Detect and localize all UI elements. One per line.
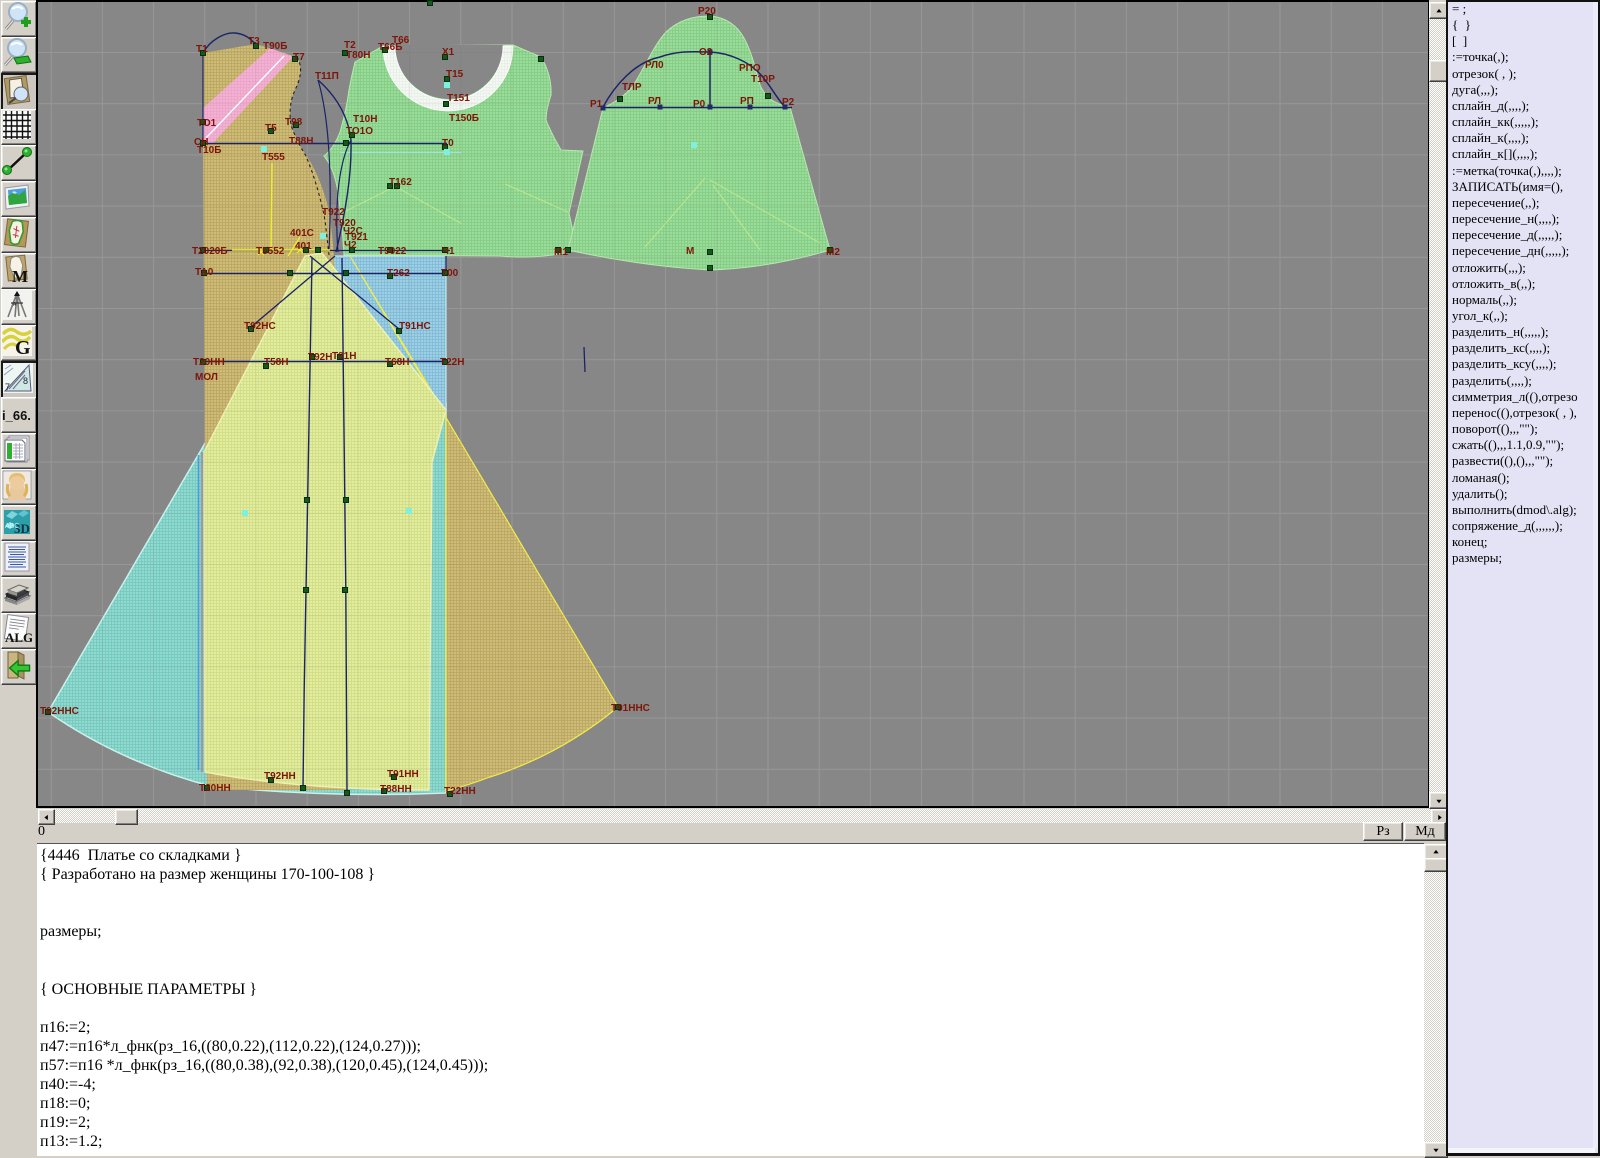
- svg-text:Т151: Т151: [447, 93, 470, 104]
- svg-text:Т3: Т3: [248, 36, 260, 47]
- svg-text:Т9022: Т9022: [378, 246, 407, 257]
- svg-text:ALG: ALG: [5, 630, 32, 644]
- svg-text:401С: 401С: [290, 228, 314, 239]
- svg-text:Т22Н: Т22Н: [440, 357, 464, 368]
- svg-text:Т91Н: Т91Н: [332, 351, 356, 362]
- svg-text:Т10Б: Т10Б: [197, 145, 221, 156]
- svg-text:Т58Н: Т58Н: [264, 357, 288, 368]
- svg-text:401: 401: [295, 241, 312, 252]
- svg-text:Ч1: Ч1: [442, 246, 455, 257]
- svg-text:М: М: [686, 246, 694, 257]
- svg-text:Т1: Т1: [196, 44, 208, 55]
- svg-text:Р1: Р1: [590, 99, 603, 110]
- svg-text:Т68Н: Т68Н: [385, 357, 409, 368]
- svg-text:Т66: Т66: [392, 35, 410, 46]
- svg-text:ТО1: ТО1: [197, 118, 217, 129]
- svg-text:Т10Р: Т10Р: [751, 74, 775, 85]
- svg-text:ТА0: ТА0: [195, 267, 214, 278]
- svg-text:Ч2: Ч2: [344, 240, 357, 251]
- svg-text:Т5: Т5: [265, 123, 277, 134]
- svg-text:Т80Н: Т80Н: [346, 50, 370, 61]
- svg-text:8: 8: [23, 376, 28, 386]
- svg-text:Т5552: Т5552: [256, 246, 285, 257]
- svg-text:Т22НН: Т22НН: [444, 786, 476, 797]
- svg-text:Т150Б: Т150Б: [449, 113, 479, 124]
- svg-text:Т91НН: Т91НН: [387, 769, 419, 780]
- svg-text:Т98: Т98: [285, 117, 303, 128]
- svg-text:Т90Б: Т90Б: [263, 41, 287, 52]
- svg-text:Т0: Т0: [442, 138, 454, 149]
- svg-text:РЛ0: РЛ0: [645, 60, 664, 71]
- svg-text:Т92НС: Т92НС: [244, 321, 276, 332]
- svg-text:РПО: РПО: [739, 63, 761, 74]
- svg-text:Т10Н: Т10Н: [353, 114, 377, 125]
- svg-text:Т88НН: Т88НН: [380, 784, 412, 795]
- svg-text:Т922: Т922: [322, 207, 345, 218]
- svg-text:Р20: Р20: [698, 6, 716, 17]
- svg-text:ТО1О: ТО1О: [346, 126, 373, 137]
- svg-text:Т7: Т7: [293, 52, 305, 63]
- svg-text:Т162: Т162: [389, 177, 412, 188]
- svg-text:РЛ: РЛ: [648, 96, 661, 107]
- svg-text:О2: О2: [699, 47, 713, 58]
- svg-text:Т15: Т15: [446, 69, 464, 80]
- svg-text:М2: М2: [826, 247, 840, 258]
- svg-text:Р2: Р2: [782, 97, 795, 108]
- svg-text:Р0: Р0: [693, 99, 706, 110]
- svg-text:Т00: Т00: [441, 268, 459, 279]
- svg-text:Т2020Б: Т2020Б: [192, 246, 228, 257]
- svg-text:Т91ННС: Т91ННС: [611, 703, 650, 714]
- svg-text:Т555: Т555: [262, 152, 285, 163]
- svg-text:Х1: Х1: [442, 47, 455, 58]
- svg-text:Т262: Т262: [387, 268, 410, 279]
- svg-text:Т92Н: Т92Н: [308, 352, 332, 363]
- svg-text:Т88Н: Т88Н: [289, 136, 313, 147]
- svg-text:РП: РП: [740, 96, 754, 107]
- svg-text:М1: М1: [554, 247, 568, 258]
- svg-text:МОЛ: МОЛ: [195, 372, 218, 383]
- svg-text:M: M: [12, 267, 28, 284]
- svg-text:Т92ННС: Т92ННС: [40, 706, 79, 717]
- svg-text:ТЛР: ТЛР: [622, 82, 642, 93]
- svg-text:Т20НН: Т20НН: [193, 357, 225, 368]
- svg-text:Т91НС: Т91НС: [399, 321, 431, 332]
- svg-text:Т92НН: Т92НН: [264, 771, 296, 782]
- svg-text:Т11П: Т11П: [315, 71, 339, 82]
- svg-text:i_66.: i_66.: [2, 408, 31, 423]
- svg-text:Т20НН: Т20НН: [199, 783, 231, 794]
- svg-text:7: 7: [5, 382, 10, 392]
- svg-text:ABC: ABC: [5, 523, 19, 530]
- svg-text:G: G: [15, 337, 31, 356]
